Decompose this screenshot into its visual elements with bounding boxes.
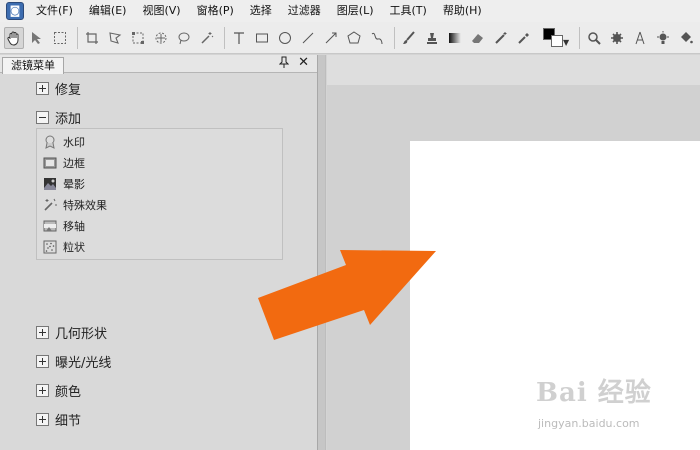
group-color[interactable]: 颜色: [36, 380, 81, 400]
group-label: 颜色: [55, 384, 82, 400]
menu-bar: ◙ 文件(F) 编辑(E) 视图(V) 窗格(P) 选择 过滤器 图层(L) 工…: [0, 0, 700, 22]
group-geometry[interactable]: 几何形状: [36, 322, 107, 342]
expand-icon[interactable]: [36, 354, 49, 368]
gear-icon[interactable]: [607, 27, 627, 49]
compass-icon[interactable]: [630, 27, 650, 49]
menu-pane[interactable]: 窗格(P): [189, 0, 242, 22]
item-label: 移轴: [63, 220, 85, 233]
group-label: 细节: [55, 413, 82, 429]
expand-icon[interactable]: [36, 325, 49, 339]
tilt-shift-icon: [43, 219, 57, 233]
list-item-special-effects[interactable]: 特殊效果: [43, 196, 107, 214]
ellipse-icon[interactable]: [275, 27, 295, 49]
background-color[interactable]: [551, 34, 563, 47]
rectangle-icon[interactable]: [252, 27, 272, 49]
eyedropper-icon[interactable]: [514, 27, 534, 49]
expand-icon[interactable]: [36, 383, 49, 397]
menu-filter[interactable]: 过滤器: [280, 0, 329, 22]
zoom-icon[interactable]: [584, 27, 604, 49]
eraser-icon[interactable]: [468, 27, 488, 49]
list-item-tilt-shift[interactable]: 移轴: [43, 217, 85, 235]
chevron-down-icon: ▼: [563, 37, 570, 47]
item-label: 边框: [63, 157, 85, 170]
tab-filter-menu[interactable]: 滤镜菜单: [2, 57, 64, 74]
border-frame-icon: [43, 156, 57, 170]
expand-icon[interactable]: [36, 412, 49, 426]
item-label: 水印: [63, 136, 85, 149]
item-label: 晕影: [63, 178, 85, 191]
menu-view[interactable]: 视图(V): [134, 0, 188, 22]
text-tool-icon[interactable]: [229, 27, 249, 49]
move-arrow-icon[interactable]: [27, 27, 47, 49]
app-logo-icon: ◙: [6, 2, 24, 20]
magic-wand-icon[interactable]: [197, 27, 217, 49]
toolbar: ▼: [0, 22, 700, 54]
crop-icon[interactable]: [82, 27, 102, 49]
annotation-arrow-icon: [258, 250, 436, 340]
toolbar-separator: [394, 26, 395, 49]
grain-icon: [43, 240, 57, 254]
arrow-line-icon[interactable]: [321, 27, 341, 49]
group-add[interactable]: 添加: [36, 107, 81, 127]
polygon-icon[interactable]: [344, 27, 364, 49]
menu-select[interactable]: 选择: [242, 0, 280, 22]
item-label: 特殊效果: [63, 199, 107, 212]
retouch-icon[interactable]: [491, 27, 511, 49]
panel-header: 滤镜菜单 ✕: [0, 55, 317, 74]
menu-tools[interactable]: 工具(T): [382, 0, 435, 22]
toolbar-separator: [77, 26, 78, 49]
watermark-icon: [43, 135, 57, 149]
magic-wand-icon: [43, 198, 57, 212]
clone-stamp-icon[interactable]: [422, 27, 442, 49]
lasso-poly-icon[interactable]: [105, 27, 125, 49]
vignette-icon: [43, 177, 57, 191]
move-selection-icon[interactable]: [151, 27, 171, 49]
ellipse-lasso-icon[interactable]: [174, 27, 194, 49]
watermark-url: jingyan.baidu.com: [538, 417, 640, 430]
transform-icon[interactable]: [128, 27, 148, 49]
curve-icon[interactable]: [367, 27, 387, 49]
watermark-logo: Bai 经验: [536, 378, 652, 408]
menu-layer[interactable]: 图层(L): [329, 0, 382, 22]
group-label: 曝光/光线: [55, 355, 112, 371]
menu-file[interactable]: 文件(F): [28, 0, 81, 22]
light-icon[interactable]: [653, 27, 673, 49]
pan-hand-icon[interactable]: [4, 26, 24, 49]
item-label: 粒状: [63, 241, 85, 254]
fill-bucket-icon[interactable]: [676, 27, 696, 49]
rect-select-icon[interactable]: [50, 27, 70, 49]
list-item-vignette[interactable]: 晕影: [43, 175, 85, 193]
list-item-watermark[interactable]: 水印: [43, 133, 85, 151]
menu-edit[interactable]: 编辑(E): [81, 0, 135, 22]
pin-icon[interactable]: [278, 56, 290, 71]
group-repair[interactable]: 修复: [36, 78, 81, 98]
watermark: Bai 经验 jingyan.baidu.com: [536, 372, 652, 430]
toolbar-separator: [579, 26, 580, 49]
close-icon[interactable]: ✕: [298, 55, 309, 70]
group-exposure-light[interactable]: 曝光/光线: [36, 351, 111, 371]
add-group-items: 水印 边框 晕影 特殊效果 移轴 粒状: [36, 128, 283, 260]
expand-icon[interactable]: [36, 81, 49, 95]
group-label: 修复: [55, 82, 82, 98]
list-item-border[interactable]: 边框: [43, 154, 85, 172]
brush-icon[interactable]: [399, 27, 419, 49]
group-detail[interactable]: 细节: [36, 409, 81, 429]
canvas-top-band: [327, 55, 700, 85]
gradient-icon[interactable]: [445, 27, 465, 49]
group-label: 添加: [55, 111, 82, 127]
list-item-grain[interactable]: 粒状: [43, 238, 85, 256]
group-label: 几何形状: [55, 326, 108, 342]
menu-help[interactable]: 帮助(H): [435, 0, 490, 22]
color-swatch[interactable]: ▼: [543, 26, 569, 50]
collapse-icon[interactable]: [36, 110, 49, 124]
toolbar-separator: [224, 26, 225, 49]
line-icon[interactable]: [298, 27, 318, 49]
